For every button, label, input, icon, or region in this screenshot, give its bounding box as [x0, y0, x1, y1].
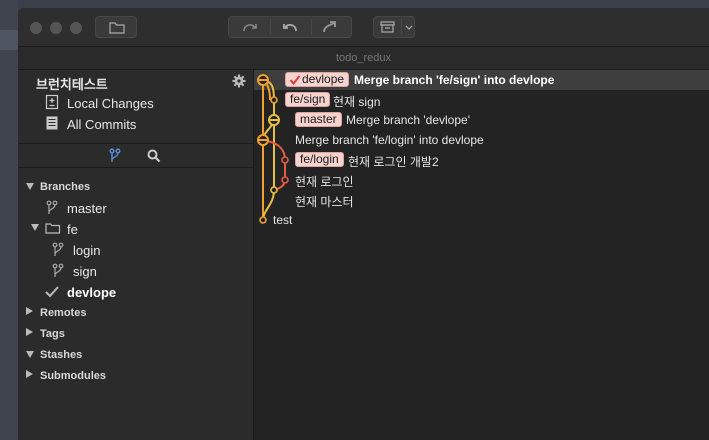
sourcetree-window: todo_redux 브런치테스트 Local Changes All Comm…: [18, 8, 709, 440]
commit-row[interactable]: Merge branch 'fe/login' into devlope: [254, 130, 709, 150]
folder-label: fe: [67, 222, 78, 237]
commit-row[interactable]: devlope Merge branch 'fe/sign' into devl…: [254, 70, 709, 90]
stash-icon: [380, 21, 395, 33]
branch-label: login: [73, 243, 101, 258]
disclosure-triangle-icon[interactable]: [26, 351, 34, 358]
branch-label: sign: [73, 264, 97, 279]
sidebar: 브런치테스트 Local Changes All Commits Branche…: [18, 70, 254, 440]
toolbar: [18, 8, 709, 47]
push-icon[interactable]: [321, 19, 339, 35]
commit-message: 현재 sign: [333, 95, 381, 109]
disclosure-triangle-icon[interactable]: [26, 328, 33, 336]
branch-filter-icon[interactable]: [109, 148, 121, 164]
commit-row[interactable]: test: [254, 210, 709, 230]
history-button-group: [228, 16, 352, 38]
repository-title: todo_redux: [18, 47, 709, 70]
disclosure-triangle-icon[interactable]: [26, 183, 34, 190]
section-label: Stashes: [40, 349, 83, 361]
branch-icon: [46, 200, 58, 214]
all-commits-icon: [46, 116, 58, 130]
section-label: Remotes: [40, 307, 87, 319]
section-label: Tags: [40, 328, 65, 340]
sidebar-item-label: Local Changes: [67, 96, 154, 111]
commit-message: 현재 로그인 개발2: [348, 155, 439, 169]
commit-message: Merge branch 'fe/login' into devlope: [295, 133, 484, 147]
branch-icon: [52, 242, 64, 256]
divider: [18, 143, 253, 144]
branch-label: master: [67, 201, 107, 216]
chevron-down-icon: [405, 25, 413, 30]
disclosure-triangle-icon[interactable]: [26, 370, 33, 378]
commit-icon[interactable]: [241, 19, 259, 35]
minimize-window-button[interactable]: [50, 22, 62, 34]
commit-row[interactable]: master Merge branch 'devlope': [254, 110, 709, 130]
commit-row[interactable]: fe/login 현재 로그인 개발2: [254, 150, 709, 170]
commit-graph: [257, 74, 289, 224]
folder-icon: [109, 22, 125, 34]
stash-button[interactable]: [373, 16, 415, 38]
commit-history: devlope Merge branch 'fe/sign' into devl…: [254, 70, 709, 440]
commit-row[interactable]: 현재 마스터: [254, 190, 709, 210]
pull-icon[interactable]: [281, 19, 299, 35]
disclosure-triangle-icon[interactable]: [26, 307, 33, 315]
gear-icon[interactable]: [232, 74, 246, 88]
section-label: Submodules: [40, 370, 107, 382]
commit-row[interactable]: 현재 로그인: [254, 170, 709, 190]
folder-icon: [45, 223, 61, 234]
commit-message: Merge branch 'fe/sign' into devlope: [354, 73, 555, 87]
desktop-background: [0, 0, 18, 440]
checkmark-icon: [45, 286, 59, 298]
commit-row[interactable]: fe/sign 현재 sign: [254, 90, 709, 110]
section-label: Branches: [40, 181, 91, 193]
local-changes-icon: [45, 94, 59, 110]
disclosure-triangle-icon[interactable]: [31, 224, 39, 231]
zoom-window-button[interactable]: [70, 22, 82, 34]
commit-message: Merge branch 'devlope': [346, 113, 470, 127]
repository-name: 브런치테스트: [36, 77, 108, 92]
branch-label: devlope: [67, 285, 117, 300]
search-icon[interactable]: [147, 149, 161, 163]
close-window-button[interactable]: [30, 22, 42, 34]
show-sidebar-button[interactable]: [95, 16, 137, 38]
branch-icon: [52, 263, 64, 277]
divider: [18, 167, 253, 168]
sidebar-item-label: All Commits: [67, 117, 137, 132]
